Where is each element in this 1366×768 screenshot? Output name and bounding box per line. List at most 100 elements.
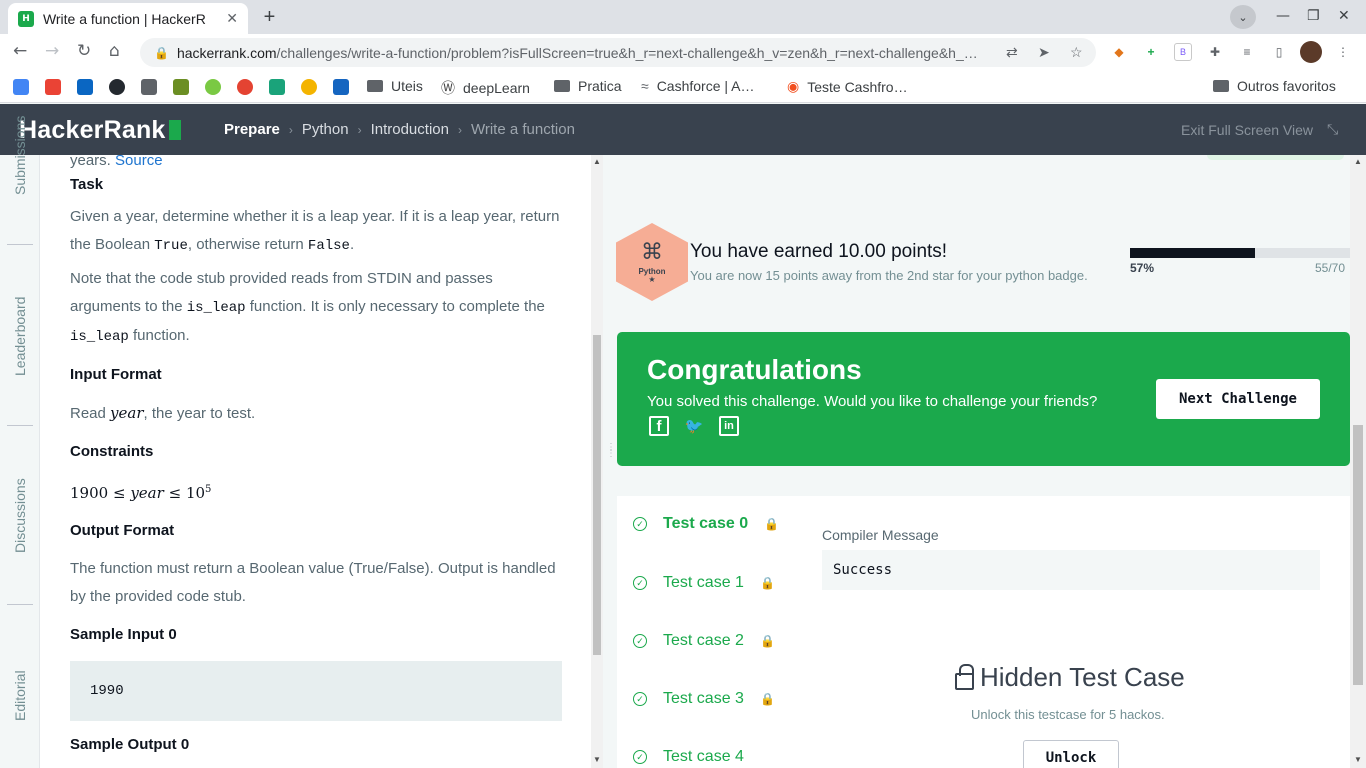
minimize-window-icon[interactable]: —	[1276, 8, 1290, 24]
scroll-down-icon[interactable]: ▼	[1354, 755, 1362, 764]
bookmark-uteis[interactable]: Uteis	[367, 78, 423, 94]
sample-input-heading: Sample Input 0	[70, 626, 177, 643]
padlock-icon	[955, 664, 974, 690]
other-bookmarks[interactable]: Outros favoritos	[1213, 78, 1336, 94]
reader-bookmark-icon[interactable]	[141, 79, 157, 95]
scroll-up-icon[interactable]: ▲	[593, 157, 601, 166]
gmail-bookmark-icon[interactable]	[45, 79, 61, 95]
logo-square-icon	[168, 120, 181, 140]
top-chip	[1207, 155, 1344, 160]
test-case-item[interactable]: ✓ Test case 3 🔒	[633, 690, 775, 708]
address-url[interactable]: hackerrank.com/challenges/write-a-functi…	[177, 45, 997, 61]
close-tab-icon[interactable]: ✕	[226, 10, 238, 27]
result-panel: ⌘ Python ★ You have earned 10.00 points!…	[604, 155, 1350, 768]
task-heading: Task	[70, 176, 104, 193]
tab-leaderboard[interactable]: Leaderboard	[12, 297, 28, 376]
check-circle-icon: ✓	[633, 576, 647, 590]
side-panel-icon[interactable]: ▯	[1270, 43, 1288, 61]
bookmark-cashforce[interactable]: ≈ Cashforce | A…	[641, 78, 754, 94]
green-app-bookmark-icon[interactable]	[269, 79, 285, 95]
check-circle-icon: ✓	[633, 750, 647, 764]
cashforce-icon: ≈	[641, 78, 649, 94]
check-circle-icon: ✓	[633, 517, 647, 531]
metamask-extension-icon[interactable]: ◆	[1110, 43, 1128, 61]
folder-icon	[367, 80, 383, 92]
restore-window-icon[interactable]: ❐	[1307, 8, 1320, 24]
badge-progress-fill	[1130, 248, 1256, 258]
problem-scrollbar[interactable]: ▲ ▼	[591, 155, 603, 768]
back-arrow-icon[interactable]: ←	[13, 41, 27, 61]
next-challenge-button[interactable]: Next Challenge	[1156, 379, 1320, 419]
tab-editorial[interactable]: Editorial	[12, 670, 28, 721]
breadcrumb-introduction[interactable]: Introduction	[371, 121, 449, 138]
plus-extension-icon[interactable]: +	[1142, 43, 1160, 61]
scroll-down-icon[interactable]: ▼	[593, 755, 601, 764]
bookmark-teste-cashforce[interactable]: ◉ Teste Cashfro…	[787, 78, 908, 95]
points-earned-subtitle: You are now 15 points away from the 2nd …	[690, 268, 1088, 283]
scrollbar-thumb[interactable]	[593, 335, 601, 655]
bookmark-star-icon[interactable]: ☆	[1070, 44, 1083, 61]
browser-menu-icon[interactable]: ⋮	[1334, 43, 1352, 61]
congratulations-banner: Congratulations You solved this challeng…	[617, 332, 1350, 466]
lock-icon: 🔒	[759, 634, 775, 648]
twitter-share-icon[interactable]: 🐦	[684, 416, 704, 436]
home-icon[interactable]: ⌂	[109, 41, 120, 61]
breadcrumb-python[interactable]: Python	[302, 121, 349, 138]
exit-fullscreen-button[interactable]: Exit Full Screen View ⤡	[1181, 121, 1338, 138]
star-icon: ★	[648, 274, 656, 284]
test-results: ✓ Test case 0 🔒 ✓ Test case 1 🔒 ✓ Test case 2…	[617, 496, 1350, 768]
intro-tail: years. Source	[70, 155, 562, 169]
folder-icon	[554, 80, 570, 92]
colorful-app-bookmark-icon[interactable]	[301, 79, 317, 95]
linkedin-bookmark-icon[interactable]	[77, 79, 93, 95]
extensions-puzzle-icon[interactable]: ✚	[1206, 43, 1224, 61]
send-icon[interactable]: ➤	[1038, 44, 1050, 61]
bookmark-pratica[interactable]: Pratica	[554, 78, 622, 94]
linkedin-share-icon[interactable]: in	[719, 416, 739, 436]
wordpress-icon: Ⓦ	[441, 80, 455, 96]
b-extension-icon[interactable]: B	[1174, 43, 1192, 61]
test-case-item[interactable]: ✓ Test case 2 🔒	[633, 632, 775, 650]
translate-icon[interactable]: ⇄	[1006, 44, 1018, 61]
sample-output-heading: Sample Output 0	[70, 736, 190, 753]
todoist-bookmark-icon[interactable]	[237, 79, 253, 95]
hackerrank-header: HackerRank Prepare › Python › Introducti…	[0, 104, 1366, 155]
browser-tab[interactable]: H Write a function | HackerR ✕	[8, 3, 248, 34]
divider	[7, 425, 33, 426]
site-lock-icon[interactable]: 🔒	[154, 46, 169, 60]
badge-progress-bar	[1130, 248, 1350, 258]
breadcrumb-prepare[interactable]: Prepare	[224, 121, 280, 138]
forward-arrow-icon[interactable]: →	[45, 41, 59, 61]
sample-input-box[interactable]: 1990	[70, 661, 562, 721]
tab-discussions[interactable]: Discussions	[12, 478, 28, 553]
scroll-up-icon[interactable]: ▲	[1354, 157, 1362, 166]
close-window-icon[interactable]: ✕	[1338, 8, 1350, 24]
reload-icon[interactable]: ↻	[77, 41, 91, 61]
python-logo-icon: ⌘	[641, 238, 663, 264]
chevron-right-icon: ›	[288, 122, 293, 137]
profile-avatar[interactable]	[1300, 41, 1322, 63]
hackerrank-logo[interactable]: HackerRank	[19, 116, 181, 145]
bookmark-deeplearn[interactable]: ⓌdeepLearn	[441, 78, 530, 98]
tab-submissions[interactable]: Submissions	[12, 116, 28, 195]
figure-bookmark-icon[interactable]	[173, 79, 189, 95]
test-case-item[interactable]: ✓ Test case 0 🔒	[633, 515, 779, 533]
test-case-item[interactable]: ✓ Test case 1 🔒	[633, 574, 775, 592]
blue-app-bookmark-icon[interactable]	[333, 79, 349, 95]
facebook-share-icon[interactable]: f	[649, 416, 669, 436]
owl-bookmark-icon[interactable]	[205, 79, 221, 95]
test-case-item[interactable]: ✓ Test case 4	[633, 748, 744, 766]
result-scrollbar[interactable]: ▲ ▼	[1350, 155, 1366, 768]
browser-toolbar: ← → ↻ ⌂ 🔒 hackerrank.com/challenges/writ…	[0, 34, 1366, 71]
media-control-icon[interactable]: ≡	[1238, 43, 1256, 61]
source-link[interactable]: Source	[115, 155, 163, 169]
divider	[7, 604, 33, 605]
address-bar[interactable]: 🔒 hackerrank.com/challenges/write-a-func…	[140, 38, 1096, 67]
unlock-button[interactable]: Unlock	[1023, 740, 1119, 768]
scrollbar-thumb[interactable]	[1353, 425, 1363, 685]
new-tab-button[interactable]: +	[256, 5, 283, 29]
tab-search-chevron-icon[interactable]: ⌄	[1230, 5, 1256, 29]
calendar-bookmark-icon[interactable]	[13, 79, 29, 95]
github-bookmark-icon[interactable]	[109, 79, 125, 95]
progress-points: 55/70	[1315, 261, 1346, 275]
